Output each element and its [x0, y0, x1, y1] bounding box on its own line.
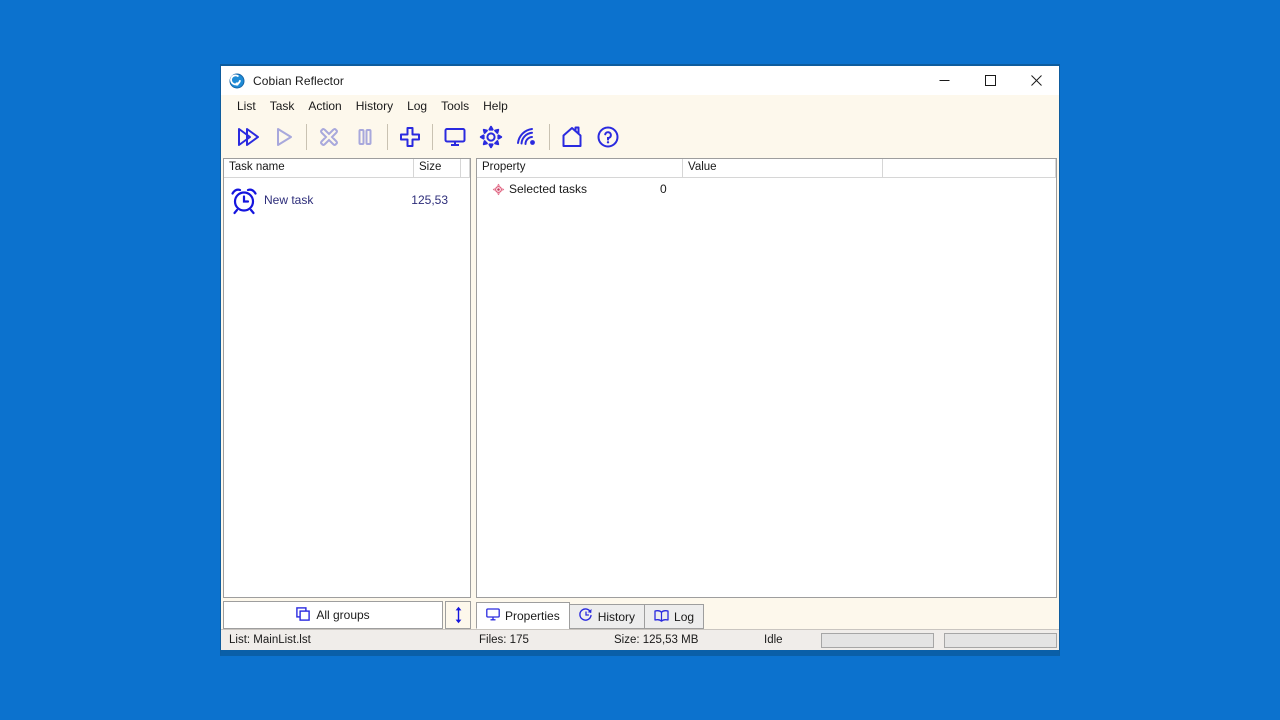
sort-updown-icon — [455, 606, 461, 624]
run-all-icon — [238, 128, 259, 146]
column-header-property[interactable]: Property — [477, 159, 683, 177]
close-button[interactable] — [1013, 66, 1059, 95]
menu-item-task[interactable]: Task — [263, 97, 302, 115]
run-selected-task-button[interactable] — [266, 119, 302, 155]
progress-bar-primary — [821, 632, 934, 648]
menu-bar: List Task Action History Log Tools Help — [221, 95, 1059, 116]
monitor-icon — [486, 607, 500, 624]
book-icon — [654, 609, 669, 625]
toolbar-separator — [387, 124, 388, 150]
tab-strip: Properties History Log — [476, 601, 1057, 629]
signal-icon — [517, 128, 535, 145]
status-state: Idle — [764, 634, 783, 646]
pause-icon — [358, 129, 372, 145]
pause-button[interactable] — [347, 119, 383, 155]
column-header-size[interactable]: Size — [414, 159, 461, 177]
task-size-label: 125,53 — [411, 193, 448, 207]
menu-item-history[interactable]: History — [349, 97, 400, 115]
properties-pane: Property Value Selected tasks 0 Properti… — [476, 158, 1057, 629]
maximize-button[interactable] — [967, 66, 1013, 95]
groups-bar: All groups — [223, 601, 471, 629]
tab-properties[interactable]: Properties — [476, 602, 570, 629]
monitor-icon — [444, 128, 466, 146]
task-list-header: Task name Size — [224, 159, 470, 178]
monitor-button[interactable] — [437, 119, 473, 155]
tab-history[interactable]: History — [568, 604, 646, 629]
menu-item-tools[interactable]: Tools — [434, 97, 476, 115]
home-icon — [562, 126, 582, 147]
menu-item-action[interactable]: Action — [301, 97, 348, 115]
table-row[interactable]: New task 125,53 — [224, 178, 470, 222]
column-header-task-name[interactable]: Task name — [224, 159, 414, 177]
run-selected-icon — [277, 128, 292, 146]
toolbar — [221, 116, 1059, 158]
history-clock-icon — [578, 608, 593, 625]
window-title: Cobian Reflector — [253, 73, 344, 88]
window-controls — [921, 66, 1059, 95]
sort-order-button[interactable] — [445, 601, 471, 629]
status-total-size: Size: 125,53 MB — [614, 634, 699, 646]
alarm-clock-icon — [224, 185, 264, 215]
home-button[interactable] — [554, 119, 590, 155]
toolbar-separator — [549, 124, 550, 150]
help-icon — [597, 126, 619, 148]
remote-signal-button[interactable] — [509, 119, 545, 155]
menu-item-list[interactable]: List — [230, 97, 263, 115]
task-list-pane: Task name Size New task 125,53 All group… — [223, 158, 471, 629]
application-window: Cobian Reflector List Task Action Histor… — [220, 64, 1060, 656]
task-name-label: New task — [264, 193, 314, 207]
target-icon — [487, 183, 509, 196]
title-bar: Cobian Reflector — [221, 66, 1059, 95]
minimize-button[interactable] — [921, 66, 967, 95]
property-name-label: Selected tasks — [509, 182, 588, 196]
properties-rows: Selected tasks 0 — [477, 178, 1056, 597]
properties-list-header: Property Value — [477, 159, 1056, 178]
tab-log[interactable]: Log — [644, 604, 705, 629]
close-icon — [1030, 75, 1042, 86]
toolbar-separator — [306, 124, 307, 150]
new-task-button[interactable] — [392, 119, 428, 155]
groups-selector[interactable]: All groups — [223, 601, 443, 629]
tab-label: Properties — [505, 608, 560, 623]
app-icon — [229, 73, 245, 89]
main-content-panes: Task name Size New task 125,53 All group… — [221, 158, 1059, 629]
column-header-value[interactable]: Value — [683, 159, 883, 177]
column-header-extra[interactable] — [883, 159, 1056, 177]
table-row[interactable]: Selected tasks 0 — [477, 178, 1056, 200]
column-header-extra[interactable] — [461, 159, 470, 177]
settings-gear-icon — [479, 125, 503, 149]
progress-bar-secondary — [944, 632, 1057, 648]
run-all-tasks-button[interactable] — [230, 119, 266, 155]
new-task-icon — [400, 127, 420, 147]
tab-label: Log — [674, 609, 695, 624]
status-file-count: Files: 175 — [479, 634, 529, 646]
menu-item-log[interactable]: Log — [400, 97, 434, 115]
task-list[interactable]: Task name Size New task 125,53 — [223, 158, 471, 598]
maximize-icon — [984, 75, 996, 86]
menu-item-help[interactable]: Help — [476, 97, 515, 115]
task-list-rows: New task 125,53 — [224, 178, 470, 597]
groups-icon — [296, 606, 311, 624]
help-button[interactable] — [590, 119, 626, 155]
tab-label: History — [597, 609, 636, 624]
toolbar-separator — [432, 124, 433, 150]
status-list-name: List: MainList.lst — [229, 634, 311, 646]
groups-selected-label: All groups — [316, 608, 370, 622]
settings-button[interactable] — [473, 119, 509, 155]
stop-button[interactable] — [311, 119, 347, 155]
minimize-icon — [939, 80, 949, 81]
properties-list[interactable]: Property Value Selected tasks 0 — [476, 158, 1057, 598]
stop-icon — [320, 128, 338, 146]
property-value-label: 0 — [660, 182, 667, 196]
status-bar: List: MainList.lst Files: 175 Size: 125,… — [221, 629, 1059, 650]
